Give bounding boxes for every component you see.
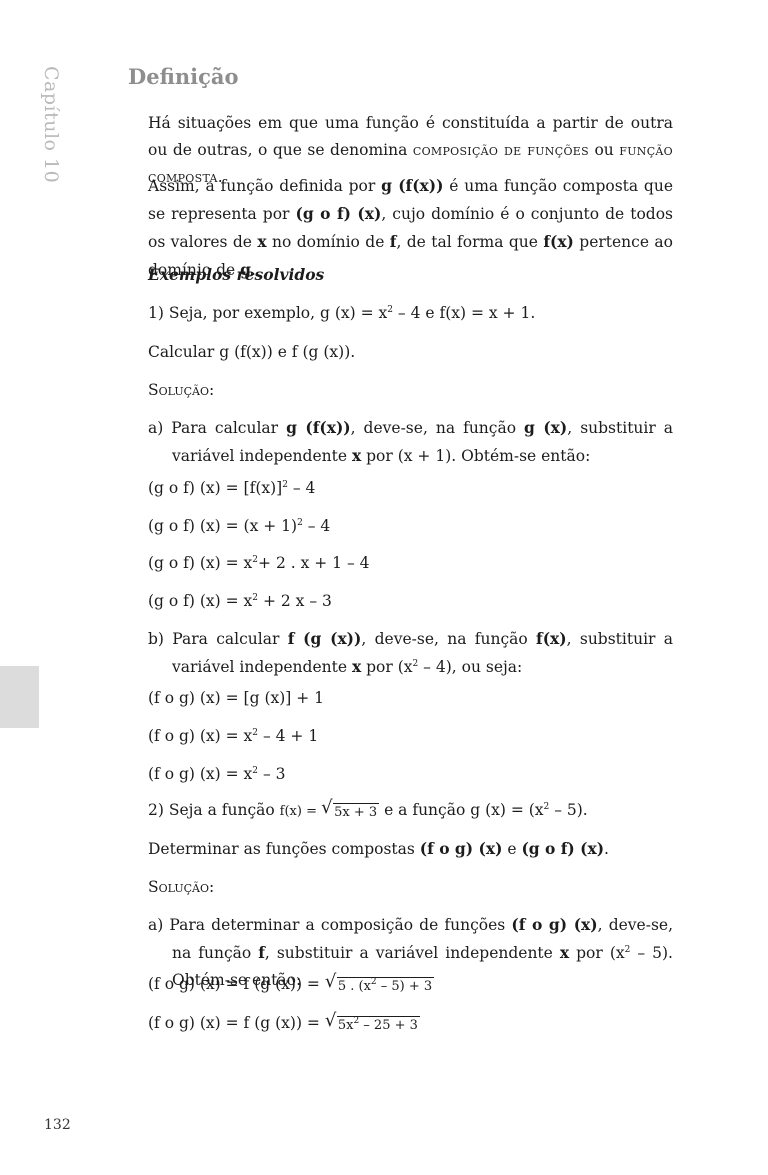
example-1-equation-3: (g o f) (x) = x2+ 2 . x + 1 – 4 <box>148 554 370 572</box>
example-1-step-a: a) Para calcular g (f(x)), deve-se, na f… <box>148 418 674 465</box>
square-root-sign: √ 5x2 – 25 + 3 <box>324 1010 420 1033</box>
example-1-equation-2: (g o f) (x) = (x + 1)2 – 4 <box>148 517 331 535</box>
square-root-sign: √ 5x + 3 <box>321 797 380 820</box>
example-1-statement: 1) Seja, por exemplo, g (x) = x2 – 4 e f… <box>148 304 536 322</box>
example-1-equation-4: (g o f) (x) = x2 + 2 x – 3 <box>148 592 332 610</box>
example-1-equation-1: (g o f) (x) = [f(x)]2 – 4 <box>148 479 316 497</box>
square-root-sign: √ 5 . (x2 – 5) + 3 <box>324 971 435 994</box>
example-1-equation-6: (f o g) (x) = x2 – 4 + 1 <box>148 727 319 745</box>
page-number: 132 <box>44 1117 71 1133</box>
section-heading: Definição <box>128 64 239 89</box>
example-2-equation-2: (f o g) (x) = f (g (x)) = √ 5x2 – 25 + 3 <box>148 1010 420 1033</box>
example-2-task: Determinar as funções compostas (f o g) … <box>148 839 609 858</box>
examples-title: Exemplos resolvidos <box>148 265 325 284</box>
example-1-equation-5: (f o g) (x) = [g (x)] + 1 <box>148 689 325 707</box>
example-1-equation-7: (f o g) (x) = x2 – 3 <box>148 765 286 783</box>
example-2-statement: 2) Seja a função f(x) = √ 5x + 3 e a funç… <box>148 797 588 821</box>
example-1-step-b: b) Para calcular f (g (x)), deve-se, na … <box>148 629 674 676</box>
example-1-task: Calcular g (f(x)) e f (g (x)). <box>148 343 356 361</box>
example-2-solution-label: Solução: <box>148 878 215 896</box>
example-1-solution-label: Solução: <box>148 381 215 399</box>
example-2-equation-1: (f o g) (x) = f (g (x)) = √ 5 . (x2 – 5) … <box>148 971 435 994</box>
chapter-side-title: Capítulo 10 <box>40 66 62 184</box>
chapter-tab-marker <box>0 666 39 728</box>
